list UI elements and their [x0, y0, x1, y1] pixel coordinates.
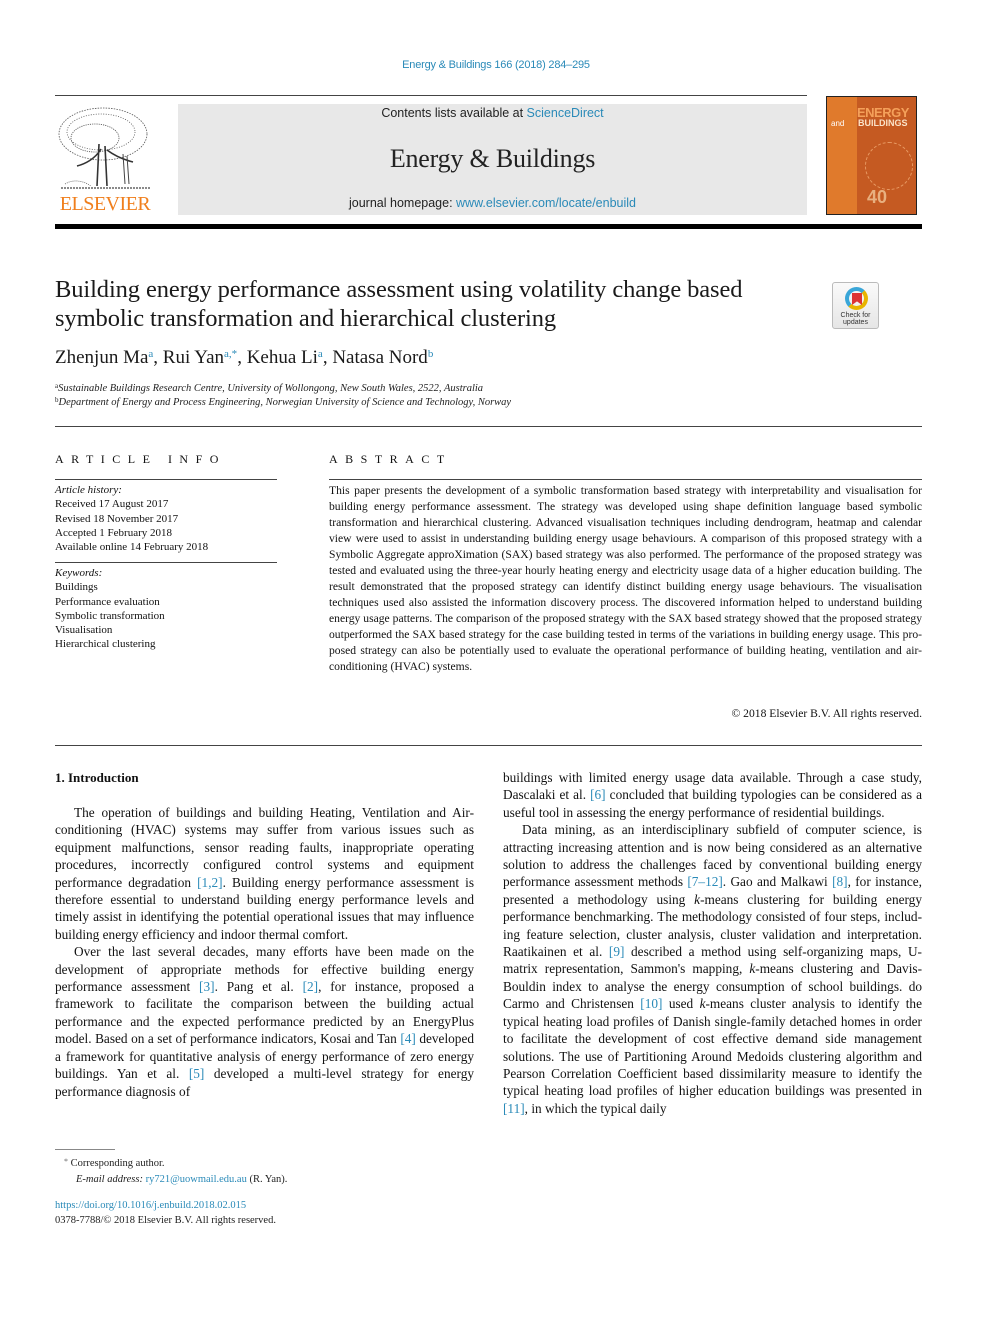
doi-block: https://doi.org/10.1016/j.enbuild.2018.0…: [55, 1198, 276, 1228]
cover-and: and: [831, 119, 845, 128]
body-column-left: The operation of buildings and building …: [55, 804, 474, 1100]
text-run: . Gao and Malkawi: [722, 874, 833, 890]
article-title: Building energy performance assessment u…: [55, 276, 743, 332]
homepage-prefix: journal homepage:: [349, 196, 457, 210]
abstract-text: This paper presents the development of a…: [329, 484, 922, 673]
author-name: Zhenjun Ma: [55, 347, 149, 368]
author-name: Natasa Nord: [332, 347, 428, 368]
keyword: Symbolic transformation: [55, 609, 165, 622]
abstract-heading: ABSTRACT: [329, 452, 452, 466]
journal-name: Energy & Buildings: [389, 144, 596, 173]
check-for-updates-button[interactable]: Check for updates: [832, 282, 879, 329]
citation-link[interactable]: [5]: [189, 1066, 205, 1081]
author-email-link[interactable]: ry721@uowmail.edu.au: [146, 1174, 247, 1185]
contents-prefix: Contents lists available at: [381, 106, 527, 120]
body-paragraph: Over the last several decades, many effo…: [55, 943, 474, 1100]
history-received: Received 17 August 2017: [55, 498, 169, 511]
issn-copyright: 0378-7788/© 2018 Elsevier B.V. All right…: [55, 1215, 276, 1226]
divider: [55, 745, 922, 746]
text-run: . Pang et al.: [214, 979, 303, 995]
keyword: Visualisation: [55, 624, 113, 637]
citation-link[interactable]: [8]: [832, 874, 848, 889]
citation-link[interactable]: [1,2]: [197, 875, 222, 890]
author[interactable]: Rui Yana,*: [163, 347, 237, 368]
history-accepted: Accepted 1 February 2018: [55, 526, 172, 539]
keywords-list: Keywords: Buildings Performance evaluati…: [55, 566, 165, 652]
cover-title-buildings: BUILDINGS: [858, 118, 908, 128]
article-info-heading: ARTICLE INFO: [55, 452, 226, 466]
body-column-right: buildings with limited energy usage data…: [503, 769, 922, 1117]
citation-link[interactable]: [9]: [609, 944, 625, 959]
header-rule: [55, 95, 807, 96]
text-run: -means cluster analysis to identify the …: [503, 996, 922, 1099]
author[interactable]: Kehua Lia: [247, 347, 323, 368]
elsevier-tree-icon: [58, 107, 151, 189]
citation-link[interactable]: [11]: [503, 1101, 525, 1116]
journal-masthead: Contents lists available at ScienceDirec…: [178, 104, 807, 215]
affiliation-b: bDepartment of Energy and Process Engine…: [55, 396, 511, 408]
citation-link[interactable]: [7–12]: [687, 874, 722, 889]
email-suffix: (R. Yan).: [246, 1174, 288, 1185]
author-affiliation-marker[interactable]: a: [148, 348, 153, 360]
keywords-label: Keywords:: [55, 567, 103, 579]
doi-link[interactable]: https://doi.org/10.1016/j.enbuild.2018.0…: [55, 1198, 276, 1213]
body-paragraph: Data mining, as an interdisciplinary sub…: [503, 821, 922, 1117]
elsevier-logo[interactable]: ELSEVIER: [55, 104, 155, 216]
author-name: Kehua Li: [246, 347, 318, 368]
text-run: , in which the typical daily: [524, 1100, 667, 1116]
cover-left-strip: [827, 97, 857, 214]
citation-link[interactable]: [2]: [303, 979, 319, 994]
affiliation-text: Sustainable Buildings Research Centre, U…: [58, 383, 484, 394]
abstract-copyright: © 2018 Elsevier B.V. All rights reserved…: [731, 707, 922, 720]
keyword: Buildings: [55, 581, 98, 594]
check-updates-label: Check for updates: [833, 312, 878, 326]
text-run: used: [662, 996, 700, 1012]
article-history: Article history: Received 17 August 2017…: [55, 483, 208, 554]
body-paragraph: The operation of buildings and building …: [55, 804, 474, 943]
citation-link[interactable]: [6]: [590, 787, 606, 802]
divider: [329, 479, 922, 480]
contents-line: Contents lists available at ScienceDirec…: [178, 106, 807, 120]
corresponding-author-footnote: * Corresponding author. E-mail address: …: [55, 1154, 287, 1188]
journal-cover-thumbnail[interactable]: and ENERGY BUILDINGS 40: [826, 96, 917, 215]
sciencedirect-link[interactable]: ScienceDirect: [527, 106, 604, 120]
cover-anniversary-badge: 40: [867, 187, 888, 207]
citation-link[interactable]: [4]: [400, 1031, 416, 1046]
author-affiliation-marker[interactable]: b: [428, 348, 434, 360]
divider: [55, 479, 277, 480]
history-online: Available online 14 February 2018: [55, 541, 209, 554]
keyword: Hierarchical clustering: [55, 638, 156, 651]
citation-link[interactable]: [10]: [640, 996, 662, 1011]
author-name: Rui Yan: [162, 347, 225, 368]
history-revised: Revised 18 November 2017: [55, 512, 179, 525]
keyword: Performance evaluation: [55, 595, 160, 608]
check-updates-line1: Check for: [840, 312, 871, 319]
elsevier-wordmark: ELSEVIER: [59, 193, 151, 215]
corresponding-author-label: Corresponding author.: [70, 1158, 165, 1169]
citation-link[interactable]: [3]: [199, 979, 215, 994]
homepage-line: journal homepage: www.elsevier.com/locat…: [178, 196, 807, 210]
divider: [55, 426, 922, 427]
email-label: E-mail address:: [76, 1174, 143, 1185]
footnote-star: *: [64, 1157, 68, 1166]
section-heading-introduction: 1. Introduction: [55, 770, 139, 785]
affiliation-text: Department of Energy and Process Enginee…: [58, 397, 512, 408]
cover-artwork: [865, 142, 913, 190]
journal-citation-link[interactable]: Energy & Buildings 166 (2018) 284–295: [0, 59, 992, 71]
author[interactable]: Natasa Nordb: [332, 347, 433, 368]
divider: [55, 562, 277, 563]
history-label: Article history:: [55, 484, 122, 496]
author[interactable]: Zhenjun Maa: [55, 347, 153, 368]
author-affiliation-marker[interactable]: a,*: [224, 348, 237, 360]
footnote-rule: [55, 1149, 115, 1150]
body-paragraph: buildings with limited energy usage data…: [503, 769, 922, 821]
check-updates-line2: updates: [843, 319, 868, 326]
author-affiliation-marker[interactable]: a: [318, 348, 323, 360]
header-thick-rule: [55, 224, 922, 229]
affiliation-a: aSustainable Buildings Research Centre, …: [55, 382, 483, 394]
author-list: Zhenjun Maa, Rui Yana,*, Kehua Lia, Nata…: [55, 347, 434, 368]
journal-homepage-link[interactable]: www.elsevier.com/locate/enbuild: [456, 196, 636, 210]
